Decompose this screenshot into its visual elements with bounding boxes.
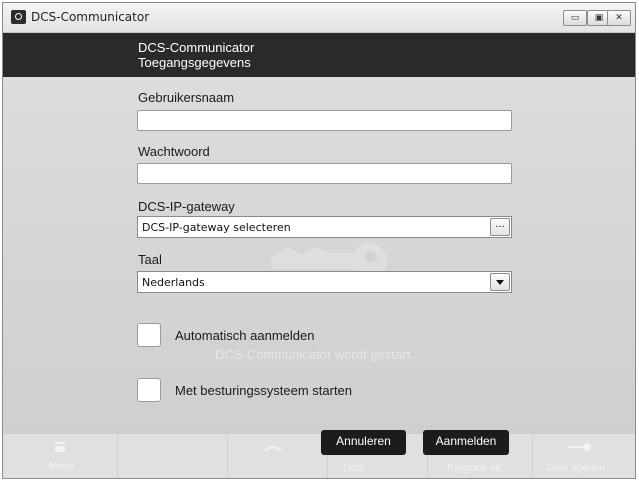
start-with-os-label: Met besturingssysteem starten: [175, 383, 353, 398]
key-icon: [569, 443, 591, 451]
menu-segment[interactable]: Menu: [3, 434, 118, 478]
empty-segment: [118, 434, 228, 478]
password-label: Wachtwoord: [138, 144, 210, 159]
header-subtitle: Toegangsgegevens: [138, 55, 251, 70]
language-label: Taal: [138, 252, 162, 267]
window-title: DCS-Communicator: [31, 10, 150, 24]
username-label: Gebruikersnaam: [138, 90, 235, 105]
auto-login-label: Automatisch aanmelden: [175, 328, 315, 343]
phone-icon: [263, 446, 283, 451]
title-bar[interactable]: DCS-Communicator ▭ ▣ ✕: [3, 3, 635, 33]
minimize-button[interactable]: ▭: [563, 10, 587, 26]
app-window: DCS-Communicator ▭ ▣ ✕ DCS-Communicator …: [2, 2, 636, 479]
start-with-os-checkbox[interactable]: [137, 378, 161, 402]
cancel-button[interactable]: Annuleren: [321, 430, 406, 455]
gateway-select[interactable]: DCS-IP-gateway selecteren ...: [137, 216, 512, 238]
menu-label: Menu: [49, 461, 75, 472]
language-select[interactable]: Nederlands: [137, 271, 512, 293]
bottom-toolbar: Menu Licht Ringtone uit Deur openen: [3, 434, 635, 478]
header-banner: DCS-Communicator Toegangsgegevens: [3, 33, 635, 77]
login-form: Gebruikersnaam Wachtwoord DCS-IP-gateway…: [3, 77, 635, 434]
door-label: Deur openen: [547, 463, 605, 474]
browse-gateway-button[interactable]: ...: [490, 218, 510, 236]
chevron-down-icon[interactable]: [490, 273, 510, 291]
language-value: Nederlands: [142, 276, 205, 289]
status-text: DCS-Communicator wordt gestart...: [215, 347, 421, 362]
ringtone-label: Ringtone uit: [447, 463, 501, 474]
menu-icon: [55, 442, 65, 452]
key-watermark-icon: [271, 243, 388, 275]
login-button[interactable]: Aanmelden: [423, 430, 509, 455]
close-button[interactable]: ✕: [607, 10, 631, 26]
gateway-label: DCS-IP-gateway: [138, 199, 235, 214]
password-input[interactable]: [137, 163, 512, 184]
door-segment[interactable]: Deur openen: [533, 434, 635, 478]
app-eye-icon: [11, 10, 26, 24]
header-app-name: DCS-Communicator: [138, 40, 255, 55]
light-label: Licht: [343, 463, 365, 474]
call-segment[interactable]: [228, 434, 328, 478]
gateway-value: DCS-IP-gateway selecteren: [142, 221, 291, 234]
username-input[interactable]: [137, 110, 512, 131]
auto-login-checkbox[interactable]: [137, 323, 161, 347]
